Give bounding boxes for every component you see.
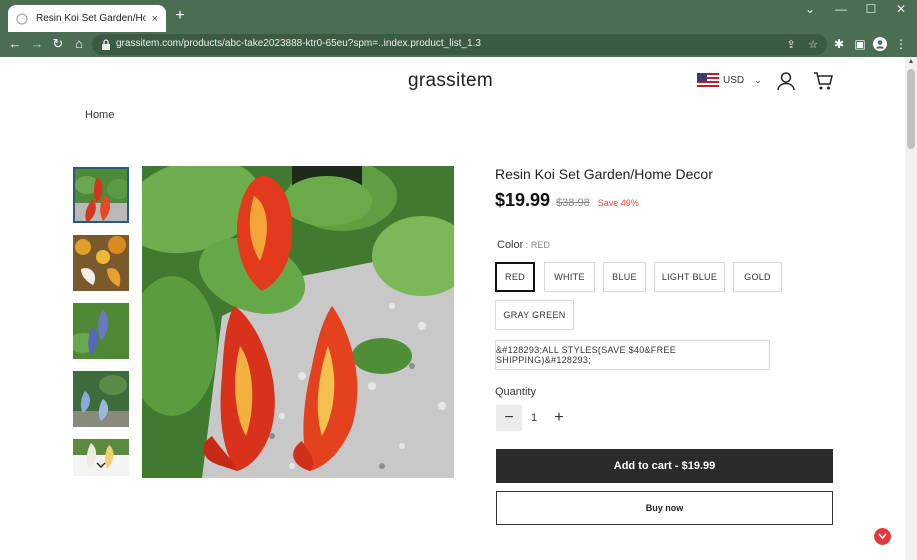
product-title: Resin Koi Set Garden/Home Decor [495,166,713,182]
url-text: grassitem.com/products/abc-take2023888-k… [116,38,481,49]
color-label-row: Color : RED [497,239,550,251]
color-option-white[interactable]: WHITE [544,262,595,292]
color-label: Color [497,239,524,251]
original-price: $38.98 [556,197,590,209]
home-icon[interactable]: ⌂ [71,36,87,52]
color-option-blue[interactable]: BLUE [603,262,646,292]
currency-label: USD [723,74,745,86]
price-row: $19.99 $38.98 Save 49% [495,190,639,211]
scrollbar-thumb[interactable] [907,69,915,149]
back-icon[interactable]: ← [7,36,23,52]
thumbnail-5[interactable] [73,439,129,476]
color-option-light-blue[interactable]: LIGHT BLUE [654,262,725,292]
color-option-gold[interactable]: GOLD [733,262,782,292]
add-to-cart-separator: - [671,460,682,472]
tab-title: Resin Koi Set Garden/Home Dec [36,13,146,24]
chevron-down-icon[interactable] [95,460,107,470]
scroll-up-icon[interactable]: ▲ [907,58,915,65]
cart-icon[interactable] [813,71,834,91]
reload-icon[interactable]: ↻ [50,36,66,52]
color-separator: : [523,240,531,250]
menu-icon[interactable]: ⋮ [893,36,909,52]
color-selected-value: RED [530,240,550,250]
quantity-increase-button[interactable]: + [546,405,572,431]
scrollbar[interactable]: ▲ [905,57,917,560]
add-to-cart-price: $19.99 [681,460,716,472]
sidebar-icon[interactable]: ▣ [852,36,868,52]
address-bar: ← → ↻ ⌂ grassitem.com/products/abc-take2… [0,32,917,57]
user-icon[interactable] [776,71,796,91]
lock-icon [102,39,110,50]
thumbnail-4[interactable] [73,371,129,427]
tab-search-icon[interactable]: ⌄ [801,2,819,18]
thumbnail-3[interactable] [73,303,129,359]
thumbnail-2[interactable] [73,235,129,291]
thumbnail-1[interactable] [73,167,129,223]
chevron-down-icon: ⌄ [754,74,762,85]
breadcrumb-home[interactable]: Home [85,109,114,121]
new-tab-button[interactable]: + [172,7,188,25]
quantity-decrease-button[interactable]: − [496,405,522,431]
globe-icon [16,13,28,24]
save-badge: Save 49% [597,198,639,208]
add-to-cart-label: Add to cart [613,460,672,472]
buy-now-button[interactable]: Buy now [496,491,833,525]
url-field[interactable]: grassitem.com/products/abc-take2023888-k… [92,34,827,55]
chat-widget-icon[interactable] [874,528,891,545]
site-logo[interactable]: grassitem [408,70,493,92]
color-option-all-styles[interactable]: &#128293;ALL STYLES(SAVE $40&FREE SHIPPI… [495,340,770,370]
forward-icon[interactable]: → [29,36,45,52]
browser-tab-bar: Resin Koi Set Garden/Home Dec × + ⌄ — ☐ … [0,0,917,32]
quantity-label: Quantity [495,386,536,398]
minimize-button[interactable]: — [832,2,850,18]
quantity-input[interactable]: 1 [522,405,546,431]
color-option-gray-green[interactable]: GRAY GREEN [495,300,574,330]
profile-icon[interactable] [872,36,888,52]
close-window-button[interactable]: ✕ [892,2,910,18]
maximize-button[interactable]: ☐ [862,2,880,18]
extensions-icon[interactable]: ✱ [831,36,847,52]
color-option-red[interactable]: RED [495,262,535,292]
product-main-image[interactable] [142,166,454,478]
share-icon[interactable]: ⇪ [784,38,798,52]
us-flag-icon [697,73,719,87]
sale-price: $19.99 [495,190,551,210]
browser-tab[interactable]: Resin Koi Set Garden/Home Dec × [8,5,166,32]
currency-selector[interactable]: USD ⌄ [697,73,762,87]
add-to-cart-button[interactable]: Add to cart - $19.99 [496,449,833,483]
page: grassitem USD ⌄ Home Resin Koi Set Garde… [0,57,905,560]
bookmark-star-icon[interactable]: ☆ [806,38,820,52]
close-tab-icon[interactable]: × [152,13,158,25]
